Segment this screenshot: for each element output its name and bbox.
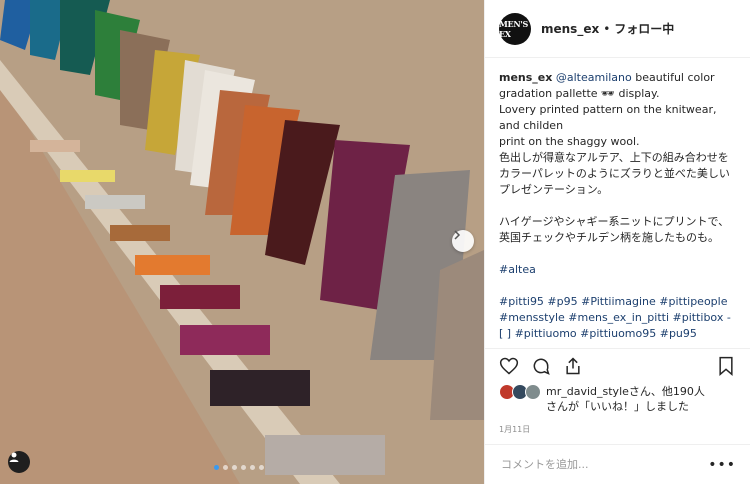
more-options-button[interactable]: •••	[708, 457, 736, 473]
account-username[interactable]: mens_ex	[541, 22, 599, 36]
caption-line: print on the shaggy wool.	[499, 135, 640, 148]
comment-button[interactable]	[529, 354, 553, 378]
hashtag-list[interactable]: #pitti95 #p95 #Pittiimagine #pittipeople…	[499, 294, 736, 342]
likes-text-line1: mr_david_styleさん、他190人	[546, 385, 705, 398]
save-button[interactable]	[714, 354, 738, 378]
post-sidebar: MEN'S EX mens_ex • フォロー中 mens_ex @alteam…	[484, 0, 750, 484]
likes-summary: mr_david_styleさん、他190人 さんが「いいね！」しました	[485, 382, 750, 418]
person-icon	[9, 452, 19, 462]
liker-avatars[interactable]	[499, 384, 541, 400]
post-date[interactable]: 1月11日	[485, 418, 750, 440]
post-photo[interactable]	[0, 0, 484, 484]
carousel-dot	[214, 465, 219, 470]
carousel-indicator	[214, 465, 264, 470]
post-actions	[485, 348, 750, 382]
carousel-dot	[232, 465, 237, 470]
carousel-dot	[223, 465, 228, 470]
bookmark-icon	[719, 356, 733, 376]
post-caption: mens_ex @alteamilano beautiful color gra…	[485, 58, 750, 348]
chevron-right-icon	[454, 230, 461, 240]
account-avatar[interactable]: MEN'S EX	[499, 12, 531, 45]
carousel-dot	[250, 465, 255, 470]
caption-username[interactable]: mens_ex	[499, 71, 552, 84]
liker-avatar	[525, 384, 541, 400]
heart-icon	[499, 357, 519, 374]
caption-paragraph: ハイゲージやシャギー系ニットにプリントで、英国チェックやチルデン柄を施したものも…	[499, 215, 730, 244]
carousel-dot	[259, 465, 264, 470]
comment-row: •••	[485, 444, 750, 484]
comment-bubble-icon	[533, 358, 550, 375]
follow-state-button[interactable]: フォロー中	[614, 20, 674, 37]
caption-line: Lovery printed pattern on the knitwear, …	[499, 103, 717, 132]
tagged-users-button[interactable]	[8, 451, 30, 473]
post-header: MEN'S EX mens_ex • フォロー中	[485, 0, 750, 58]
comment-input[interactable]	[499, 457, 709, 472]
next-photo-button[interactable]	[452, 230, 474, 252]
share-icon	[566, 356, 580, 374]
likes-text-line2: さんが「いいね！」しました	[546, 400, 689, 413]
like-button[interactable]	[497, 354, 521, 378]
hashtag-altea[interactable]: #altea	[499, 262, 736, 278]
caption-line: 色出しが得意なアルテア、上下の組み合わせをカラーパレットのようにズラりと並べた美…	[499, 151, 730, 196]
caption-mention[interactable]: @alteamilano	[556, 71, 632, 84]
likes-text[interactable]: mr_david_styleさん、他190人 さんが「いいね！」しました	[546, 384, 705, 414]
instagram-post: MEN'S EX mens_ex • フォロー中 mens_ex @alteam…	[0, 0, 750, 484]
post-photo-image	[0, 0, 484, 484]
carousel-dot	[241, 465, 246, 470]
header-separator: •	[603, 21, 611, 36]
share-button[interactable]	[561, 354, 585, 378]
